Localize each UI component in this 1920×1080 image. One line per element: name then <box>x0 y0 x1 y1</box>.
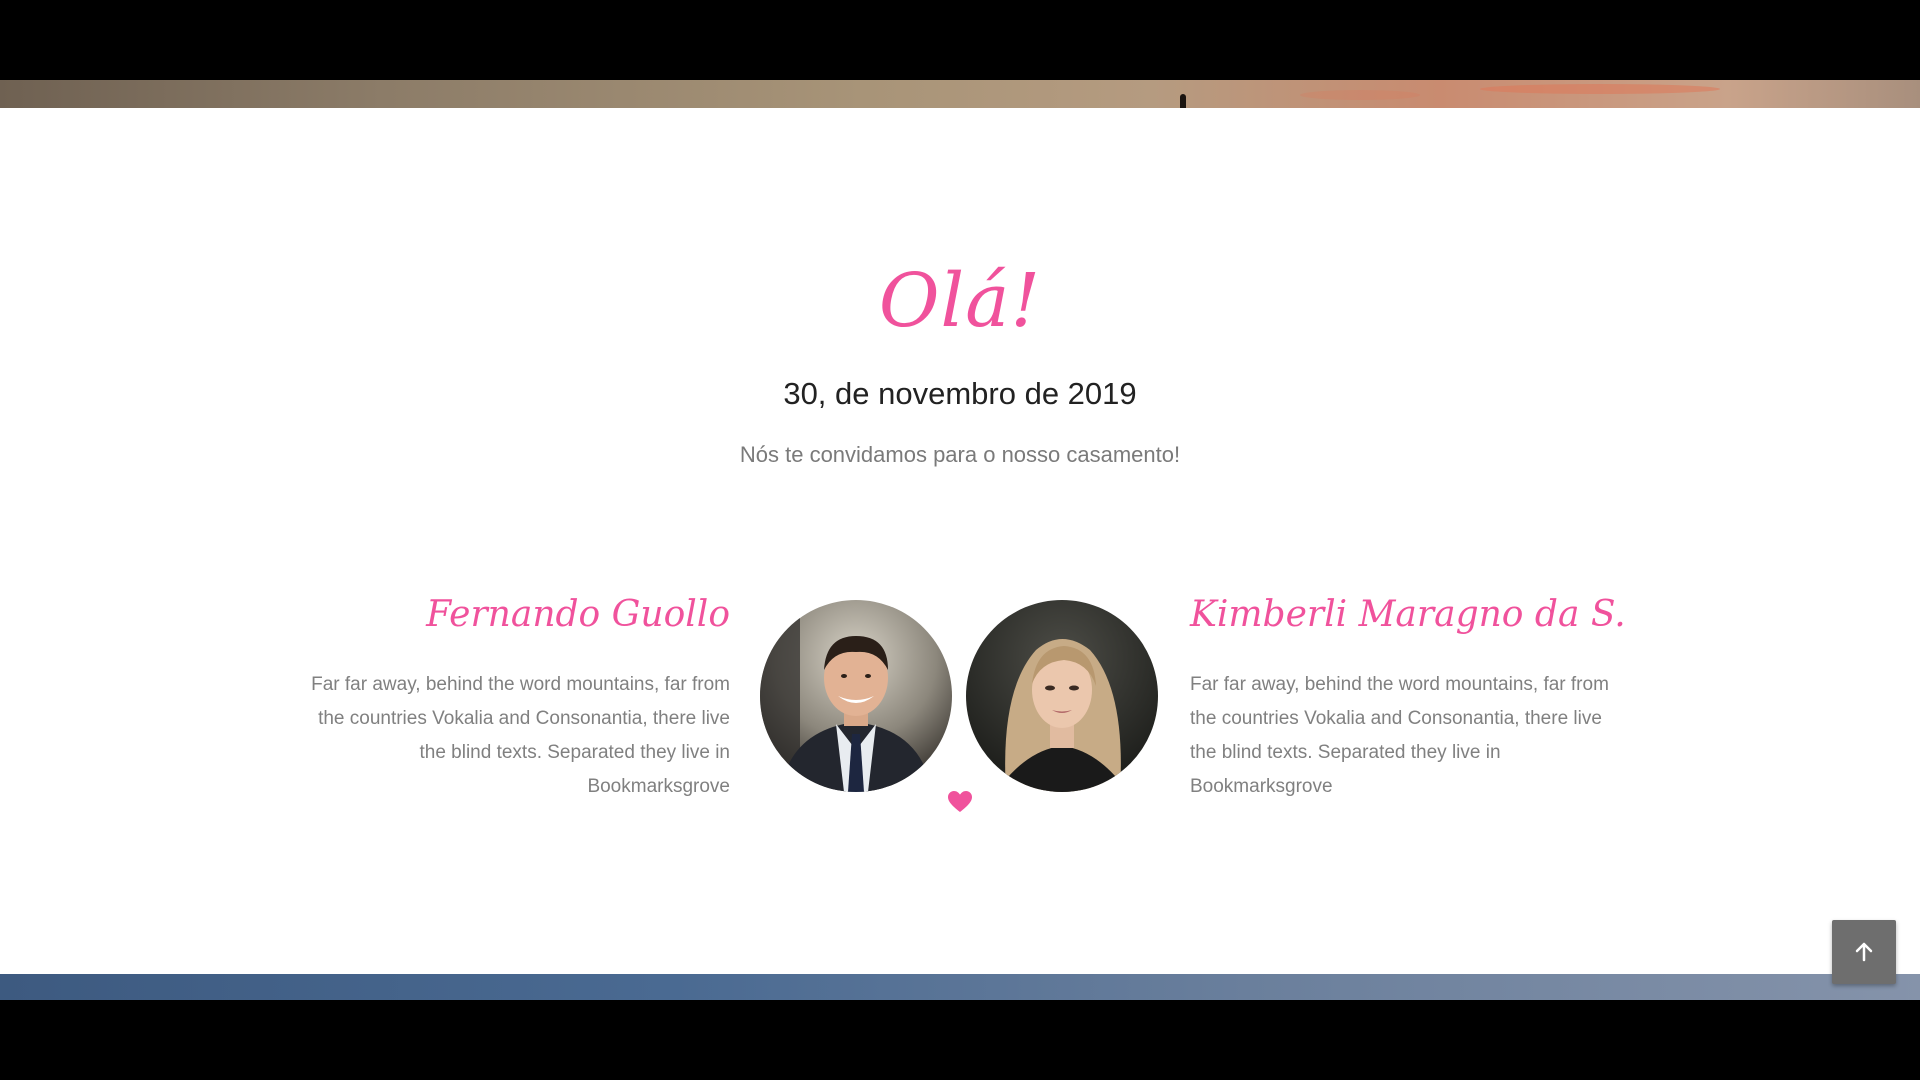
couple-section: Olá! 30, de novembro de 2019 Nós te conv… <box>0 108 1920 974</box>
groom-bio: Far far away, behind the word mountains,… <box>311 674 730 797</box>
bride-photo <box>966 600 1158 792</box>
hero-image-strip <box>0 80 1920 108</box>
scroll-to-top-button[interactable] <box>1832 920 1896 984</box>
greeting-heading: Olá! <box>878 258 1042 344</box>
footer-image-strip <box>0 974 1920 1000</box>
invitation-text: Nós te convidamos para o nosso casamento… <box>739 442 1181 467</box>
heart-icon <box>948 791 972 812</box>
bride-bio: Far far away, behind the word mountains,… <box>1190 674 1609 797</box>
letterbox-top <box>0 0 1920 80</box>
groom-photo <box>760 600 952 792</box>
heart-badge <box>921 763 999 841</box>
arrow-up-icon <box>1855 942 1873 962</box>
groom-name: Fernando Guollo <box>426 594 730 635</box>
letterbox-bottom <box>0 1000 1920 1080</box>
wedding-date: 30, de novembro de 2019 <box>783 376 1137 411</box>
bride-name: Kimberli Maragno da S. <box>1190 594 1626 635</box>
